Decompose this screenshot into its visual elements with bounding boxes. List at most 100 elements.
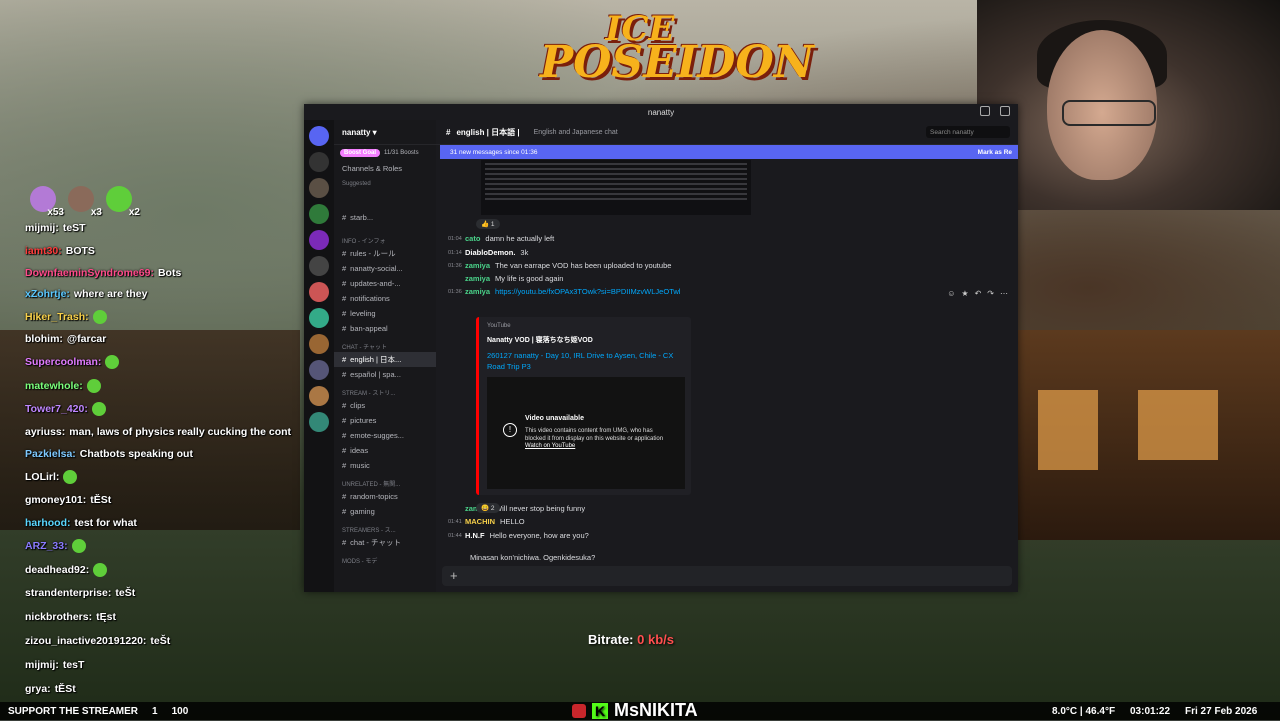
message-time: 01:04 xyxy=(448,235,462,242)
channel-item[interactable]: # starb... xyxy=(334,210,436,225)
chat-message[interactable]: 01:41 MACHIN HELLO xyxy=(448,517,525,526)
channel-item[interactable]: # chat - チャット xyxy=(334,535,436,550)
bitrate-readout: Bitrate: 0 kb/s xyxy=(588,632,674,647)
spreadsheet-image[interactable] xyxy=(481,160,751,215)
server-icon[interactable] xyxy=(309,412,329,432)
server-icon[interactable] xyxy=(309,282,329,302)
chat-text: tĔSt xyxy=(54,683,76,695)
message-author[interactable]: cato xyxy=(465,234,480,243)
chat-message[interactable]: 01:14 DiabloDemon. 3k xyxy=(448,248,528,257)
message-text: HELLO xyxy=(500,517,525,526)
hashtag-icon: # xyxy=(342,492,347,501)
channel-item[interactable]: # ideas xyxy=(334,443,436,458)
forward-icon[interactable]: ↷ xyxy=(987,289,994,298)
channel-label: chat - チャット xyxy=(350,538,401,547)
more-icon[interactable]: ⋯ xyxy=(1000,289,1008,298)
channel-item[interactable]: # gaming xyxy=(334,504,436,519)
channel-item[interactable]: # ban-appeal xyxy=(334,321,436,336)
reply-icon[interactable]: ↶ xyxy=(975,289,982,298)
support-count2: 100 xyxy=(171,705,189,717)
server-icon[interactable] xyxy=(309,386,329,406)
chat-message[interactable]: 01:36 zamiya The van earrape VOD has been … xyxy=(448,261,671,270)
boost-count: 11/31 Boosts xyxy=(384,150,419,156)
channel-item[interactable]: # emote-sugges... xyxy=(334,428,436,443)
server-icon[interactable] xyxy=(309,360,329,380)
channel-label: gaming xyxy=(350,507,375,516)
server-header[interactable]: nanatty ▾ xyxy=(334,120,436,145)
chat-username: Supercoolman: xyxy=(25,356,102,368)
embed-author[interactable]: Nanatty VOD | 寝落ちなち姫VOD xyxy=(487,335,593,345)
current-channel: english | 日本語 | xyxy=(456,127,520,137)
channels-roles[interactable]: Channels & Roles xyxy=(334,161,436,176)
channel-category[interactable]: MODS - モデ xyxy=(334,553,436,568)
chat-message[interactable]: zamiyaWill never stop being funny xyxy=(448,504,585,513)
video-player[interactable]: ! Video unavailable This video contains … xyxy=(487,377,685,489)
channel-item[interactable]: # nanatty-social... xyxy=(334,261,436,276)
channel-item[interactable]: # clips xyxy=(334,398,436,413)
search-input[interactable]: Search nanatty xyxy=(926,126,1010,138)
message-text: 3k xyxy=(520,248,529,257)
boost-goal-label: Boost Goal xyxy=(340,149,381,157)
reaction[interactable]: 😀 2 xyxy=(476,503,500,513)
react-icon[interactable]: ☺ xyxy=(947,289,955,298)
hashtag-icon: # xyxy=(342,309,347,318)
chat-username: Tower7_420: xyxy=(25,403,88,415)
stream-logo: ICE POSEIDON xyxy=(540,12,815,105)
channel-item[interactable]: # rules - ルール xyxy=(334,246,436,261)
new-messages-bar[interactable]: 31 new messages since 01:36 Mark as Re xyxy=(440,145,1018,159)
dm-icon[interactable] xyxy=(309,126,329,146)
server-icon[interactable] xyxy=(309,334,329,354)
server-icon[interactable] xyxy=(309,152,329,172)
channel-item[interactable]: # music xyxy=(334,458,436,473)
channel-item[interactable]: # español | spa... xyxy=(334,367,436,382)
chat-text: teST xyxy=(62,222,86,234)
chat-message[interactable]: zamiya My life is good again xyxy=(448,274,563,283)
inbox-icon[interactable] xyxy=(980,106,990,116)
message-author[interactable]: H.N.F xyxy=(465,531,485,540)
channel-item[interactable]: # random-topics xyxy=(334,489,436,504)
discord-window[interactable]: nanatty nanatty ▾ Boost Goal 11/31 Boost… xyxy=(304,104,1018,592)
message-author[interactable]: DiabloDemon. xyxy=(465,248,515,257)
channel-item[interactable]: # pictures xyxy=(334,413,436,428)
star-icon[interactable]: ★ xyxy=(961,289,968,298)
chat-message[interactable]: 01:04 cato damn he actually left xyxy=(448,234,554,243)
message-link[interactable]: https://youtu.be/fxOPAx3TOwk?si=BPDIIMzv… xyxy=(495,287,680,296)
server-icon[interactable] xyxy=(309,178,329,198)
chat-message[interactable]: Minasan kon'nichiwa. Ogenkidesuka? xyxy=(448,553,595,562)
emote-icon xyxy=(93,563,108,577)
channel-item[interactable]: # english | 日本... xyxy=(334,352,436,367)
help-icon[interactable] xyxy=(1000,106,1010,116)
add-attachment-icon[interactable]: + xyxy=(450,568,458,583)
chat-message: harhood: test for what xyxy=(25,517,137,529)
channel-item[interactable]: # notifications xyxy=(334,291,436,306)
message-author[interactable]: zamiya xyxy=(465,287,490,296)
hashtag-icon: # xyxy=(342,279,347,288)
server-icon[interactable] xyxy=(309,308,329,328)
chat-text: Chatbots speaking out xyxy=(79,448,193,460)
message-composer[interactable]: + xyxy=(442,566,1012,586)
chat-message[interactable]: 01:36 zamiya https://youtu.be/fxOPAx3TOwk?… xyxy=(448,287,680,296)
emote-icon xyxy=(86,379,101,393)
message-author[interactable]: MACHIN xyxy=(465,517,495,526)
emote-icon xyxy=(92,310,107,324)
chat-username: xZohrtje: xyxy=(25,288,70,300)
boost-goal[interactable]: Boost Goal 11/31 Boosts xyxy=(334,145,436,161)
server-icon[interactable] xyxy=(309,256,329,276)
watch-on-youtube-link[interactable]: Watch on YouTube xyxy=(525,443,575,449)
emote-icon xyxy=(91,402,106,416)
logo-line2: POSEIDON xyxy=(540,36,815,88)
channel-item[interactable]: # leveling xyxy=(334,306,436,321)
server-icon[interactable] xyxy=(309,230,329,250)
server-icon[interactable] xyxy=(309,204,329,224)
embed-source: YouTube xyxy=(487,323,511,329)
channel-label: MODS - モデ xyxy=(342,559,378,565)
chat-message[interactable]: 01:44 H.N.F Hello everyone, how are you? xyxy=(448,531,589,540)
reaction[interactable]: 👍 1 xyxy=(476,219,500,229)
emote-icon xyxy=(71,539,86,553)
message-author[interactable]: zamiya xyxy=(465,261,490,270)
message-text: Minasan kon'nichiwa. Ogenkidesuka? xyxy=(470,553,596,562)
channel-item[interactable]: # updates-and-... xyxy=(334,276,436,291)
embed-title[interactable]: 260127 nanatty - Day 10, IRL Drive to Ay… xyxy=(487,350,687,372)
mark-as-read-button[interactable]: Mark as Re xyxy=(978,149,1012,156)
message-author[interactable]: zamiya xyxy=(465,274,490,283)
